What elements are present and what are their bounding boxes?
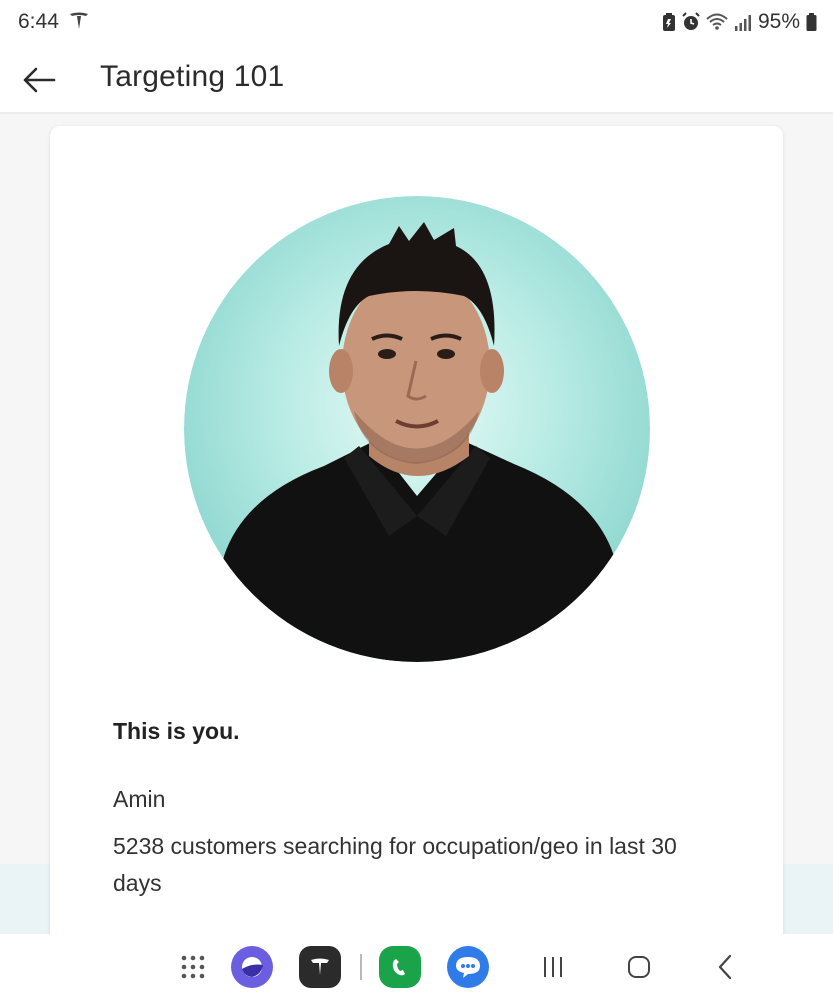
- back-button[interactable]: [18, 60, 60, 100]
- battery-saver-icon: [662, 13, 675, 31]
- tesla-icon: [70, 12, 88, 29]
- recents-button[interactable]: [536, 946, 570, 988]
- tesla-app-icon: [299, 946, 341, 988]
- tesla-app-button[interactable]: [298, 946, 342, 988]
- navigation-bar: [0, 934, 833, 1000]
- battery-icon: [806, 13, 817, 31]
- card-heading: This is you.: [113, 718, 240, 744]
- app-drawer-icon: [181, 955, 205, 979]
- app-drawer-button[interactable]: [176, 946, 210, 988]
- dock-divider: [360, 954, 362, 980]
- battery-percent: 95%: [757, 10, 800, 33]
- content-area[interactable]: This is you. Amin 5238 customers searchi…: [0, 116, 833, 934]
- app-bar: Targeting 101: [0, 46, 833, 114]
- profile-name: Amin: [113, 786, 166, 812]
- phone-app-icon: [379, 946, 421, 988]
- profile-card: This is you. Amin 5238 customers searchi…: [50, 126, 783, 934]
- phone-app-button[interactable]: [378, 946, 422, 988]
- recents-icon: [544, 957, 562, 977]
- arrow-left-icon: [23, 67, 56, 93]
- status-icons: 95%: [662, 10, 817, 34]
- internet-browser-button[interactable]: [230, 946, 274, 988]
- home-icon: [628, 956, 650, 978]
- internet-browser-icon: [231, 946, 273, 988]
- messages-app-button[interactable]: [446, 946, 490, 988]
- page-title: Targeting 101: [100, 60, 285, 93]
- alarm-icon: [682, 12, 700, 30]
- avatar: [184, 196, 650, 662]
- nav-back-button[interactable]: [708, 946, 742, 988]
- signal-icon: [734, 15, 751, 31]
- status-bar: 6:44 95%: [0, 0, 833, 46]
- home-button[interactable]: [622, 946, 656, 988]
- profile-description: 5238 customers searching for occupation/…: [113, 833, 677, 896]
- chevron-left-icon: [718, 954, 732, 980]
- messages-app-icon: [447, 946, 489, 988]
- wifi-icon: [706, 13, 728, 30]
- status-time: 6:44: [18, 10, 59, 33]
